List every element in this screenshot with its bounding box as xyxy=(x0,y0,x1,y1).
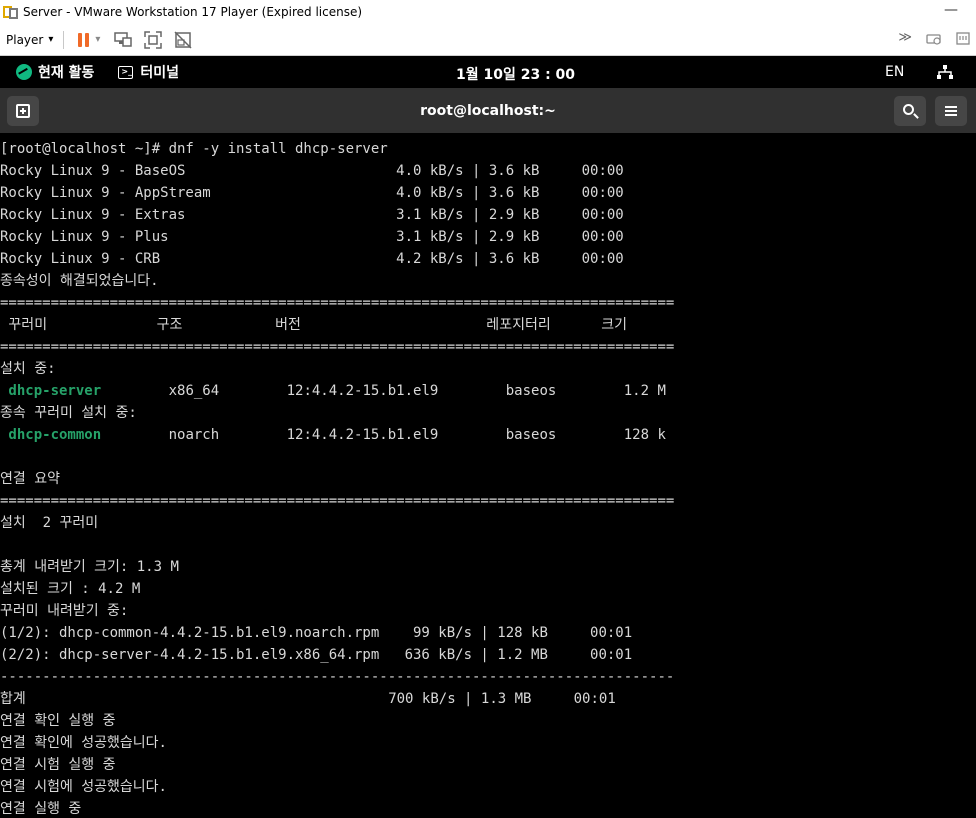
terminal-line: 연결 시험에 성공했습니다. xyxy=(0,779,167,795)
forward-icon[interactable]: ≫ xyxy=(898,30,912,46)
terminal-line: 종속성이 해결되었습니다. xyxy=(0,273,159,289)
terminal-title: root@localhost:~ xyxy=(420,102,556,119)
terminal-line: dhcp-server x86_64 12:4.4.2-15.b1.el9 ba… xyxy=(0,380,976,402)
rocky-logo-icon xyxy=(16,64,32,80)
terminal-line: Rocky Linux 9 - BaseOS 4.0 kB/s | 3.6 kB… xyxy=(0,163,624,179)
send-ctrl-alt-del-icon[interactable] xyxy=(114,31,133,48)
package-name: dhcp-common xyxy=(0,427,102,443)
hamburger-menu-button[interactable] xyxy=(935,96,967,126)
terminal-line: 꾸러미 구조 버전 레포지터리 크기 xyxy=(0,317,628,333)
package-name: dhcp-server xyxy=(0,383,102,399)
toolbar-right-group: ≫ xyxy=(898,30,970,46)
search-button[interactable] xyxy=(894,96,926,126)
terminal-line: 연결 확인에 성공했습니다. xyxy=(0,735,167,751)
package-details: x86_64 12:4.4.2-15.b1.el9 baseos 1.2 M xyxy=(101,383,666,399)
new-tab-icon xyxy=(16,104,30,118)
terminal-app-icon: >_ xyxy=(118,65,134,79)
unity-mode-icon[interactable] xyxy=(174,30,192,49)
terminal-line: ----------------------------------------… xyxy=(0,669,675,685)
terminal-line: ========================================… xyxy=(0,295,675,311)
terminal-output[interactable]: [root@localhost ~]# dnf -y install dhcp-… xyxy=(0,138,976,818)
app-menu-label: 터미널 xyxy=(140,65,180,81)
chevron-down-icon: ▾ xyxy=(48,34,54,45)
gnome-top-bar: 현재 활동 >_ 터미널 1월 10일 23 : 00 EN xyxy=(0,56,976,88)
terminal-line: (1/2): dhcp-common-4.4.2-15.b1.el9.noarc… xyxy=(0,625,633,641)
terminal-line: 연결 요약 xyxy=(0,471,60,487)
input-language-indicator[interactable]: EN xyxy=(885,64,904,80)
new-tab-button[interactable] xyxy=(7,96,39,126)
terminal-line: ========================================… xyxy=(0,493,675,509)
terminal-line: Rocky Linux 9 - Plus 3.1 kB/s | 2.9 kB 0… xyxy=(0,229,624,245)
app-menu-button[interactable]: >_ 터미널 xyxy=(118,62,179,82)
player-menu-button[interactable]: Player ▾ xyxy=(6,33,53,47)
terminal-line: Rocky Linux 9 - CRB 4.2 kB/s | 3.6 kB 00… xyxy=(0,251,624,267)
terminal-line: (2/2): dhcp-server-4.4.2-15.b1.el9.x86_6… xyxy=(0,647,633,663)
terminal-line: 설치 2 꾸러미 xyxy=(0,515,99,531)
terminal-line: ========================================… xyxy=(0,339,675,355)
terminal-line: 연결 실행 중 xyxy=(0,801,82,817)
package-details: noarch 12:4.4.2-15.b1.el9 baseos 128 k xyxy=(101,427,666,443)
toolbar-divider xyxy=(63,30,65,49)
activities-button[interactable]: 현재 활동 xyxy=(16,62,94,82)
hamburger-menu-icon xyxy=(945,106,957,116)
activities-label: 현재 활동 xyxy=(38,65,95,81)
pause-dropdown-icon[interactable]: ▾ xyxy=(95,34,100,45)
window-titlebar: Server - VMware Workstation 17 Player (E… xyxy=(0,0,976,24)
terminal-line: 설치된 크기 : 4.2 M xyxy=(0,581,141,597)
terminal-line: 총계 내려받기 크기: 1.3 M xyxy=(0,559,179,575)
search-icon xyxy=(903,104,914,115)
terminal-line: 연결 시험 실행 중 xyxy=(0,757,116,773)
terminal-line: dhcp-common noarch 12:4.4.2-15.b1.el9 ba… xyxy=(0,424,976,446)
terminal-line: 설치 중: xyxy=(0,361,56,377)
fullscreen-icon[interactable] xyxy=(144,30,163,49)
terminal-line: 꾸러미 내려받기 중: xyxy=(0,603,129,619)
terminal-line: [root@localhost ~]# dnf -y install dhcp-… xyxy=(0,141,388,157)
pause-icon[interactable] xyxy=(78,32,90,47)
minimize-button[interactable]: — xyxy=(944,2,958,18)
terminal-line: 연결 확인 실행 중 xyxy=(0,713,116,729)
terminal-line: 종속 꾸러미 설치 중: xyxy=(0,405,137,421)
player-menu-label: Player xyxy=(6,32,44,47)
terminal-line: 합계 700 kB/s | 1.3 MB 00:01 xyxy=(0,691,616,707)
vmware-logo-icon xyxy=(3,4,19,20)
terminal-line: Rocky Linux 9 - Extras 3.1 kB/s | 2.9 kB… xyxy=(0,207,624,223)
network-adapter-icon[interactable] xyxy=(956,30,970,46)
window-title: Server - VMware Workstation 17 Player (E… xyxy=(23,5,363,19)
clock[interactable]: 1월 10일 23 : 00 xyxy=(456,64,575,84)
network-icon[interactable] xyxy=(937,65,953,79)
terminal-headerbar: root@localhost:~ xyxy=(0,88,976,133)
terminal-line: Rocky Linux 9 - AppStream 4.0 kB/s | 3.6… xyxy=(0,185,624,201)
vmware-toolbar: Player ▾ ▾ ≫ xyxy=(0,24,976,56)
removable-device-icon[interactable] xyxy=(926,30,942,46)
